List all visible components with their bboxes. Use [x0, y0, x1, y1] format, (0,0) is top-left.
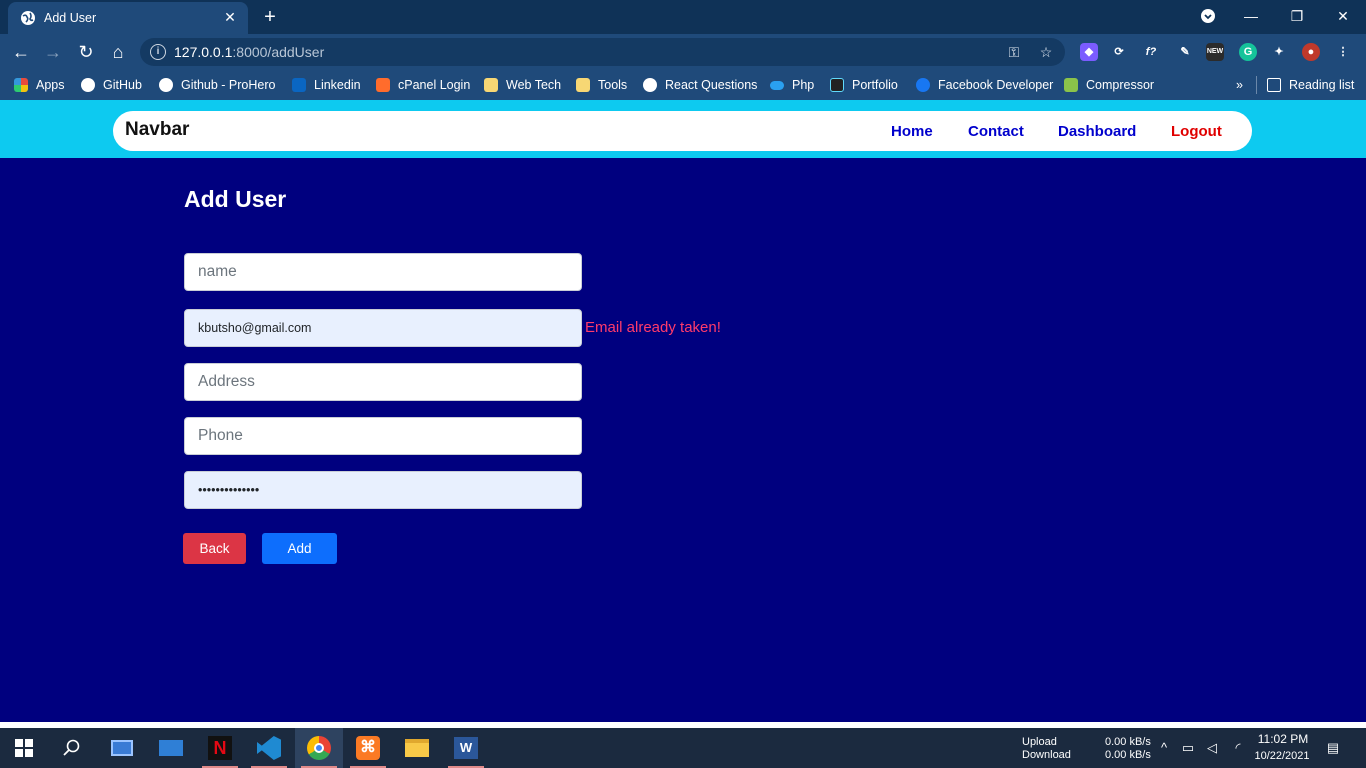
- nav-link-logout[interactable]: Logout: [1171, 123, 1222, 140]
- email-error-message: Email already taken!: [585, 319, 721, 336]
- font-extension-icon[interactable]: f?: [1142, 43, 1160, 61]
- download-speed: 0.00 kB/s: [1105, 749, 1151, 761]
- bookmarks-bar: Apps GitHub Github - ProHero Linkedin cP…: [0, 70, 1366, 100]
- github-icon: [81, 78, 95, 92]
- clock-date[interactable]: 10/22/2021: [1252, 750, 1312, 763]
- bookmark-apps[interactable]: Apps: [14, 76, 65, 94]
- cpanel-icon: [376, 78, 390, 92]
- back-arrow-icon[interactable]: ←: [8, 39, 34, 65]
- compressor-icon: [1064, 78, 1078, 92]
- notification-icon[interactable]: ▤: [1325, 740, 1341, 756]
- add-button[interactable]: Add: [262, 533, 337, 564]
- puzzle-extensions-icon[interactable]: ✦: [1270, 43, 1288, 61]
- volume-icon[interactable]: ◁: [1204, 740, 1220, 756]
- folder-icon: [484, 78, 498, 92]
- back-button[interactable]: Back: [183, 533, 246, 564]
- wifi-icon[interactable]: ◜: [1230, 740, 1246, 756]
- download-label: Download: [1022, 749, 1071, 761]
- app-icon[interactable]: [98, 728, 146, 768]
- sync-extension-icon[interactable]: ⟳: [1110, 43, 1128, 61]
- menu-kebab-icon[interactable]: ⋮: [1334, 43, 1352, 61]
- site-info-icon[interactable]: i: [150, 44, 166, 60]
- react-icon: [830, 78, 844, 92]
- address-field[interactable]: [184, 363, 582, 401]
- restore-icon[interactable]: ❐: [1277, 4, 1317, 28]
- facebook-icon: [916, 78, 930, 92]
- github-icon: [159, 78, 173, 92]
- bookmark-github[interactable]: GitHub: [81, 76, 142, 94]
- onedrive-icon: [770, 80, 784, 90]
- chrome-icon[interactable]: [295, 728, 343, 768]
- nav-link-home[interactable]: Home: [891, 123, 933, 140]
- minimize-icon[interactable]: —: [1231, 4, 1271, 28]
- bookmark-web-tech[interactable]: Web Tech: [484, 76, 561, 94]
- reading-list[interactable]: Reading list: [1267, 76, 1354, 94]
- apps-grid-icon: [14, 78, 28, 92]
- bookmark-linkedin[interactable]: Linkedin: [292, 76, 361, 94]
- extension-icon[interactable]: ◆: [1080, 43, 1098, 61]
- github-icon: [643, 78, 657, 92]
- reading-list-icon: [1267, 78, 1281, 92]
- browser-tab[interactable]: Add User ✕: [8, 2, 248, 34]
- url-path: :8000/addUser: [232, 44, 325, 60]
- windows-taskbar: N ⌘ W Upload Download 0.00 kB/s 0.00 kB/…: [0, 728, 1366, 768]
- bookmark-separator: [1256, 76, 1257, 94]
- close-window-icon[interactable]: ✕: [1323, 4, 1363, 28]
- email-field[interactable]: [184, 309, 582, 347]
- phone-field[interactable]: [184, 417, 582, 455]
- page-content: Navbar Home Contact Dashboard Logout Add…: [0, 100, 1366, 722]
- tab-search-icon[interactable]: [1188, 4, 1228, 28]
- word-icon[interactable]: W: [442, 728, 490, 768]
- nav-link-contact[interactable]: Contact: [968, 123, 1024, 140]
- more-bookmarks-chevron-icon[interactable]: »: [1236, 76, 1243, 94]
- bookmark-portfolio[interactable]: Portfolio: [830, 76, 898, 94]
- home-icon[interactable]: ⌂: [105, 39, 131, 65]
- profile-avatar-icon[interactable]: ●: [1302, 43, 1320, 61]
- clock-time[interactable]: 11:02 PM: [1256, 733, 1310, 746]
- bookmark-php[interactable]: Php: [770, 76, 814, 94]
- chevron-up-icon[interactable]: ^: [1156, 740, 1172, 756]
- key-icon[interactable]: ⚿: [1006, 44, 1022, 60]
- tab-title: Add User: [44, 11, 97, 25]
- url-host: 127.0.0.1: [174, 44, 233, 60]
- bookmark-react-questions[interactable]: React Questions: [643, 76, 757, 94]
- address-bar[interactable]: i 127.0.0.1:8000/addUser ⚿ ☆: [140, 38, 1065, 66]
- forward-arrow-icon[interactable]: →: [40, 39, 66, 65]
- mail-icon[interactable]: [147, 728, 195, 768]
- xampp-icon[interactable]: ⌘: [344, 728, 392, 768]
- nav-link-dashboard[interactable]: Dashboard: [1058, 123, 1136, 140]
- new-extension-icon[interactable]: NEW: [1206, 43, 1224, 61]
- folder-icon: [576, 78, 590, 92]
- bookmark-compressor[interactable]: Compressor: [1064, 76, 1154, 94]
- close-tab-icon[interactable]: ✕: [222, 9, 238, 25]
- bookmark-github-prohero[interactable]: Github - ProHero: [159, 76, 275, 94]
- page-title: Add User: [184, 186, 287, 212]
- reload-icon[interactable]: ↻: [73, 39, 99, 65]
- search-icon[interactable]: [48, 728, 96, 768]
- file-explorer-icon[interactable]: [393, 728, 441, 768]
- vscode-icon[interactable]: [245, 728, 293, 768]
- bookmark-facebook-developer[interactable]: Facebook Developer: [916, 76, 1053, 94]
- bookmark-star-icon[interactable]: ☆: [1038, 44, 1054, 60]
- browser-toolbar: ← → ↻ ⌂ i 127.0.0.1:8000/addUser ⚿ ☆ ◆ ⟳…: [0, 34, 1366, 70]
- linkedin-icon: [292, 78, 306, 92]
- name-field[interactable]: [184, 253, 582, 291]
- battery-icon[interactable]: ▭: [1180, 740, 1196, 756]
- eyedropper-extension-icon[interactable]: ✎: [1176, 43, 1194, 61]
- bookmark-cpanel[interactable]: cPanel Login: [376, 76, 470, 94]
- navbar-brand[interactable]: Navbar: [125, 119, 189, 141]
- bookmark-tools[interactable]: Tools: [576, 76, 627, 94]
- grammarly-icon[interactable]: G: [1239, 43, 1257, 61]
- password-field[interactable]: [184, 471, 582, 509]
- new-tab-button[interactable]: +: [258, 6, 282, 28]
- upload-speed: 0.00 kB/s: [1105, 736, 1151, 748]
- navbar-wrapper: Navbar Home Contact Dashboard Logout: [0, 100, 1366, 158]
- globe-icon: [21, 11, 35, 25]
- browser-tab-strip: Add User ✕ + — ❐ ✕: [0, 0, 1366, 34]
- windows-start-icon[interactable]: [0, 728, 48, 768]
- navbar: Navbar Home Contact Dashboard Logout: [113, 111, 1252, 151]
- netflix-icon[interactable]: N: [196, 728, 244, 768]
- upload-label: Upload: [1022, 736, 1057, 748]
